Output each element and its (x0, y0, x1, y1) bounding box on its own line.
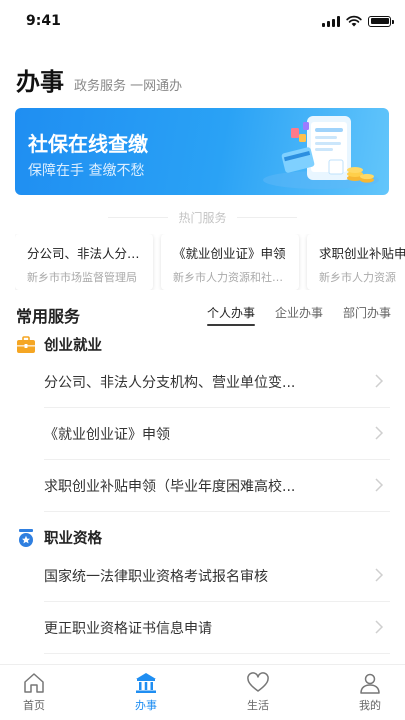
heart-icon (247, 672, 269, 692)
category-label: 职业资格 (44, 531, 102, 547)
chevron-right-icon (375, 374, 384, 388)
page-title: 办事 (16, 68, 64, 96)
hot-service-dept: 新乡市市场监督管理局 (27, 271, 137, 284)
divider-right (237, 217, 297, 218)
list-item-label: 更正职业资格证书信息申请 (44, 621, 212, 637)
hot-service-title: 求职创业补贴申领 (319, 246, 405, 261)
page-subtitle: 政务服务 一网通办 (74, 79, 183, 94)
chevron-right-icon (375, 568, 384, 582)
bottom-nav: 首页 办事 生活 我的 (0, 664, 405, 720)
status-icons (322, 15, 394, 27)
nav-label: 我的 (359, 699, 381, 712)
nav-label: 首页 (23, 699, 45, 712)
nav-home[interactable]: 首页 (4, 671, 64, 713)
hot-service-title: 《就业创业证》申领 (173, 246, 286, 261)
common-services-title: 常用服务 (16, 307, 81, 326)
status-bar: 9:41 (0, 0, 405, 44)
tab-department[interactable]: 部门办事 (343, 304, 391, 321)
list-item-label: 求职创业补贴申领（毕业年度困难高校... (44, 479, 296, 495)
list-item-label: 国家统一法律职业资格考试报名审核 (44, 569, 268, 585)
hot-service-card[interactable]: 求职创业补贴申领 新乡市人力资源 (307, 234, 405, 290)
nav-mine[interactable]: 我的 (340, 671, 400, 713)
service-tabs: 个人办事 企业办事 部门办事 (206, 304, 391, 326)
list-item[interactable]: 更正职业资格证书信息申请 (44, 602, 390, 654)
banner-title: 社保在线查缴 (28, 132, 148, 156)
nav-life[interactable]: 生活 (228, 671, 288, 713)
nav-affairs[interactable]: 办事 (116, 671, 176, 713)
page-header: 办事 政务服务 一网通办 (16, 62, 182, 97)
hot-service-title: 分公司、非法人分支机构、营业单位变更 (27, 246, 143, 261)
badge-star-icon (19, 528, 33, 547)
nav-label: 生活 (247, 699, 269, 712)
hot-service-dept: 新乡市人力资源 (319, 271, 396, 284)
tab-enterprise[interactable]: 企业办事 (275, 304, 323, 321)
hot-service-dept: 新乡市人力资源和社会保障局 (173, 271, 289, 284)
hot-services-carousel[interactable]: 分公司、非法人分支机构、营业单位变更 新乡市市场监督管理局 《就业创业证》申领 … (15, 234, 405, 290)
hot-service-card[interactable]: 《就业创业证》申领 新乡市人力资源和社会保障局 (161, 234, 299, 290)
list-item[interactable]: 求职创业补贴申领（毕业年度困难高校... (44, 460, 390, 512)
person-icon (360, 673, 380, 694)
list-item[interactable]: 分公司、非法人分支机构、营业单位变... (44, 356, 390, 408)
category-qualification: 职业资格 (16, 527, 102, 548)
status-time: 9:41 (26, 13, 61, 29)
tab-personal[interactable]: 个人办事 (206, 304, 255, 326)
chevron-right-icon (375, 478, 384, 492)
list-item-label: 《就业创业证》申领 (44, 427, 170, 443)
hot-service-card[interactable]: 分公司、非法人分支机构、营业单位变更 新乡市市场监督管理局 (15, 234, 153, 290)
banner-illustration (263, 116, 379, 189)
list-item-label: 分公司、非法人分支机构、营业单位变... (44, 375, 296, 391)
chevron-right-icon (375, 620, 384, 634)
home-icon (24, 673, 44, 693)
promo-banner[interactable]: 社保在线查缴 保障在手 查缴不愁 (15, 108, 389, 195)
list-item[interactable]: 国家统一法律职业资格考试报名审核 (44, 550, 390, 602)
signal-icon (322, 15, 340, 27)
battery-icon (368, 15, 394, 27)
government-building-icon (136, 673, 156, 693)
banner-subtitle: 保障在手 查缴不愁 (28, 163, 145, 179)
briefcase-icon (17, 335, 35, 353)
wifi-icon (346, 15, 362, 27)
category-label: 创业就业 (44, 338, 102, 354)
chevron-right-icon (375, 426, 384, 440)
nav-label: 办事 (135, 699, 157, 712)
list-item[interactable]: 《就业创业证》申领 (44, 408, 390, 460)
category-entrepreneurship: 创业就业 (16, 334, 102, 355)
hot-services-label: 热门服务 (178, 211, 227, 225)
